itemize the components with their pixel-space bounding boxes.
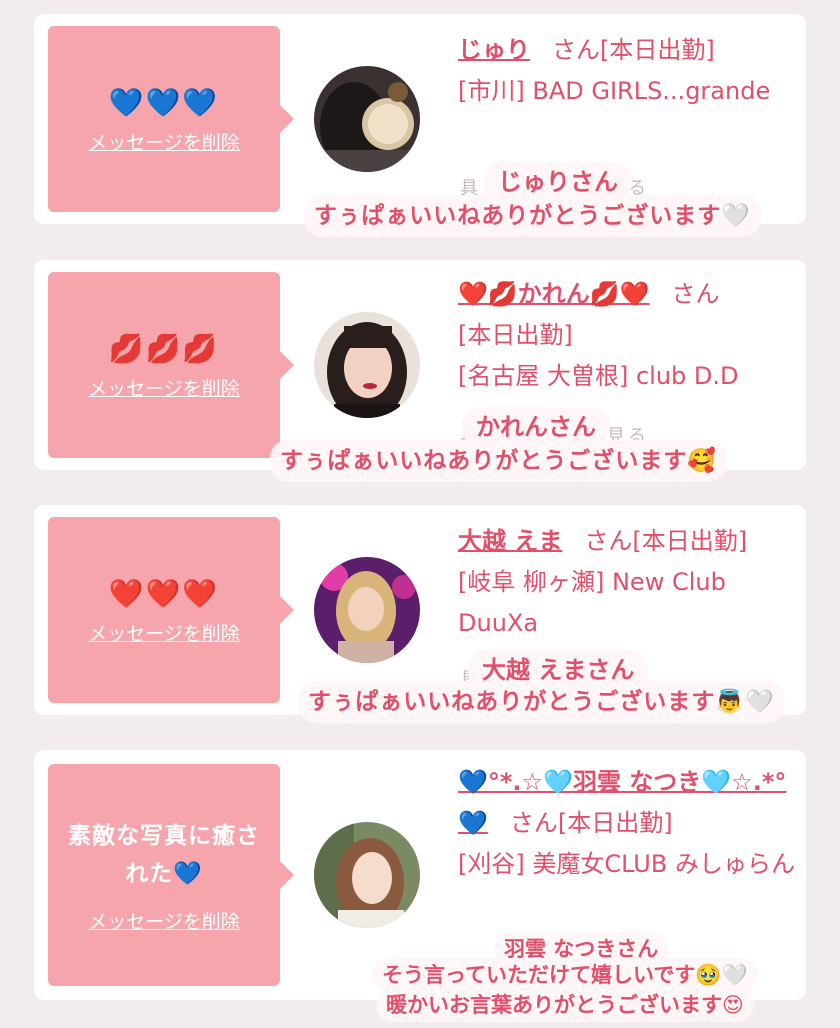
cast-name-link[interactable]: 大越 えま bbox=[458, 527, 562, 555]
message-text: ❤️❤️❤️ bbox=[108, 576, 220, 610]
delete-message-link[interactable]: メッセージを削除 bbox=[88, 374, 240, 401]
overlay-message: すぅぱぁいいねありがとうございます👼🤍 bbox=[298, 681, 785, 723]
delete-message-link[interactable]: メッセージを削除 bbox=[88, 907, 240, 934]
message-text: 素敵な写真に癒された💙 bbox=[68, 822, 260, 887]
overlay-message: すぅぱぁいいねありがとうございます🥰 bbox=[270, 440, 727, 482]
store-name: [岐阜 柳ヶ瀬] New Club DuuXa bbox=[458, 568, 726, 637]
cast-info: じゅり さん[本日出勤] [市川] BAD GIRLS...grande bbox=[458, 30, 798, 112]
avatar[interactable] bbox=[314, 822, 420, 928]
delete-message-link[interactable]: メッセージを削除 bbox=[88, 128, 240, 155]
avatar[interactable] bbox=[314, 312, 420, 418]
working-status: [本日出勤] bbox=[632, 527, 748, 555]
message-bubble: 💙💙💙 メッセージを削除 bbox=[48, 26, 294, 212]
message-bubble: 💋💋💋 メッセージを削除 bbox=[48, 272, 294, 458]
cast-name-link[interactable]: ❤️💋かれん💋❤️ bbox=[458, 280, 650, 308]
overlay-message: 暖かいお言葉ありがとうございます😍 bbox=[376, 988, 754, 1022]
working-status: [本日出勤] bbox=[458, 321, 573, 349]
honorific: さん bbox=[584, 527, 633, 555]
cast-info: 大越 えま さん[本日出勤] [岐阜 柳ヶ瀬] New Club DuuXa bbox=[458, 521, 798, 644]
store-name: [刈谷] 美魔女CLUB みしゅらん bbox=[458, 850, 795, 878]
store-name: [市川] BAD GIRLS...grande bbox=[458, 77, 771, 105]
cast-info: 💙°*.☆🩵羽雲 なつき🩵☆.*°💙 さん[本日出勤] [刈谷] 美魔女CLUB … bbox=[458, 762, 798, 885]
overlay-message: そう言っていただけて嬉しいです🥹🤍 bbox=[372, 958, 758, 992]
store-name: [名古屋 大曽根] club D.D bbox=[458, 362, 739, 390]
cast-info: ❤️💋かれん💋❤️ さん [本日出勤] [名古屋 大曽根] club D.D bbox=[458, 274, 798, 397]
working-status: [本日出勤] bbox=[557, 809, 673, 837]
cast-name-link[interactable]: じゅり bbox=[458, 36, 530, 64]
honorific: さん bbox=[509, 809, 558, 837]
honorific: さん bbox=[671, 280, 720, 308]
working-status: [本日出勤] bbox=[600, 36, 715, 64]
message-bubble: 素敵な写真に癒された💙 メッセージを削除 bbox=[48, 764, 294, 986]
overlay-message: すぅぱぁいいねありがとうございます🤍 bbox=[304, 195, 761, 237]
message-bubble: ❤️❤️❤️ メッセージを削除 bbox=[48, 517, 294, 703]
message-text: 💙💙💙 bbox=[108, 85, 220, 119]
message-card: 💋💋💋 メッセージを削除 ❤️💋かれん💋❤️ さん [本日出勤] [名古屋 大曽根… bbox=[34, 260, 806, 470]
message-card: 💙💙💙 メッセージを削除 じゅり さん[本日出勤] [市川] BAD GIRLS.… bbox=[34, 14, 806, 224]
honorific: さん bbox=[552, 36, 600, 64]
avatar[interactable] bbox=[314, 557, 420, 663]
avatar[interactable] bbox=[314, 66, 420, 172]
delete-message-link[interactable]: メッセージを削除 bbox=[88, 619, 240, 646]
message-text: 💋💋💋 bbox=[108, 331, 220, 365]
